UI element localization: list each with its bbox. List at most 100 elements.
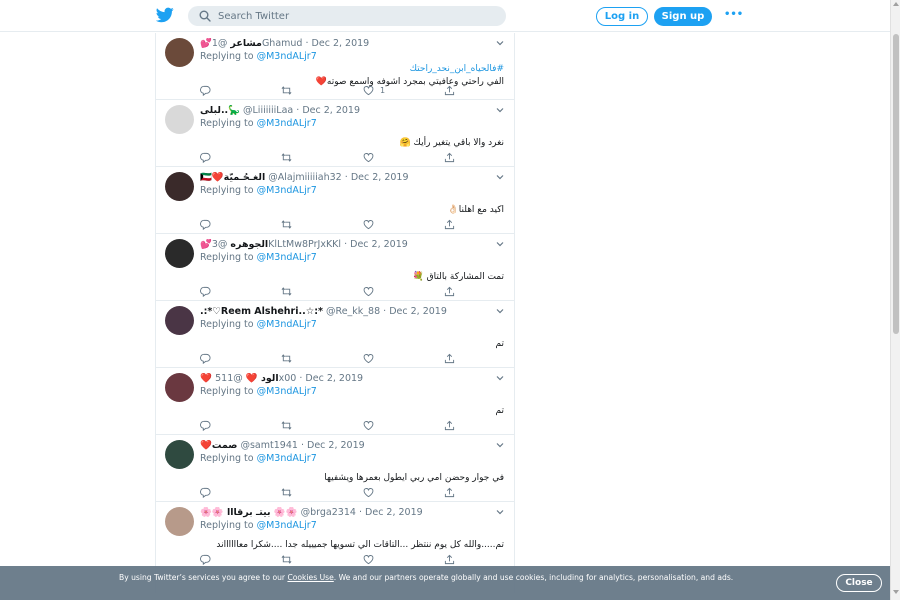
like-button[interactable] xyxy=(363,285,380,297)
tweet-date[interactable]: Dec 2, 2019 xyxy=(312,38,370,49)
scroll-down-arrow-icon[interactable] xyxy=(893,590,899,594)
close-cookie-banner-button[interactable]: Close xyxy=(836,574,882,592)
more-options-icon[interactable]: ••• xyxy=(724,8,743,22)
retweet-button[interactable] xyxy=(281,419,292,431)
share-button[interactable] xyxy=(444,352,455,364)
chevron-down-icon[interactable] xyxy=(496,173,504,181)
tweet-item[interactable]: 🌸🌸 بيتـ برقااا 🌸🌸 @brga2314 · Dec 2, 201… xyxy=(156,502,514,569)
tweet-item[interactable]: ❤️ الود ❤️ @511x00 · Dec 2, 2019 Replyin… xyxy=(156,368,514,435)
avatar[interactable] xyxy=(165,172,194,201)
avatar[interactable] xyxy=(165,306,194,335)
tweet-date[interactable]: Dec 2, 2019 xyxy=(307,440,365,451)
replying-to-label: Replying to xyxy=(200,252,257,263)
replying-to-handle[interactable]: @M3ndALjr7 xyxy=(257,319,317,330)
like-button[interactable] xyxy=(363,352,380,364)
retweet-button[interactable] xyxy=(281,285,292,297)
display-name[interactable]: الغـحُـميّة xyxy=(224,172,266,183)
avatar[interactable] xyxy=(165,38,194,67)
tweet-date[interactable]: Dec 2, 2019 xyxy=(350,239,408,250)
like-button[interactable] xyxy=(363,151,380,163)
replying-to-handle[interactable]: @M3ndALjr7 xyxy=(257,185,317,196)
cookies-use-link[interactable]: Cookies Use xyxy=(287,573,333,582)
tweet-item[interactable]: لبلى..🦕 @LiiiiiiiLaa · Dec 2, 2019 Reply… xyxy=(156,100,514,167)
share-button[interactable] xyxy=(444,84,455,96)
replying-to-label: Replying to xyxy=(200,520,257,531)
chevron-down-icon[interactable] xyxy=(496,307,504,315)
share-button[interactable] xyxy=(444,285,455,297)
avatar[interactable] xyxy=(165,440,194,469)
reply-button[interactable] xyxy=(200,419,211,431)
twitter-bird-icon[interactable] xyxy=(156,7,174,23)
avatar[interactable] xyxy=(165,105,194,134)
retweet-button[interactable] xyxy=(281,151,292,163)
retweet-button[interactable] xyxy=(281,352,292,364)
replying-to-handle[interactable]: @M3ndALjr7 xyxy=(257,520,317,531)
tweet-date[interactable]: Dec 2, 2019 xyxy=(305,373,363,384)
search-input[interactable] xyxy=(218,6,498,26)
replying-to-handle[interactable]: @M3ndALjr7 xyxy=(257,51,317,62)
display-name[interactable]: صمت xyxy=(212,440,238,451)
user-handle[interactable]: @samt1941 xyxy=(240,440,297,451)
tweet-item[interactable]: 💕 مشاعر @1Ghamud · Dec 2, 2019 Replying t… xyxy=(156,33,514,100)
chevron-down-icon[interactable] xyxy=(496,106,504,114)
search-box[interactable] xyxy=(188,6,506,26)
share-button[interactable] xyxy=(444,218,455,230)
display-name[interactable]: .:*♡Reem Alshehri..☆:* xyxy=(200,306,323,317)
replying-to-handle[interactable]: @M3ndALjr7 xyxy=(257,118,317,129)
tweet-date[interactable]: Dec 2, 2019 xyxy=(365,507,423,518)
user-handle[interactable]: @LiiiiiiiLaa xyxy=(243,105,293,116)
tweet-item[interactable]: 🇰🇼❤️الغـحُـميّة @Alajmiiiiiah32 · Dec 2,… xyxy=(156,167,514,234)
hashtag-link[interactable]: #فالحياه_ابن_نحد_راحتك xyxy=(410,64,504,74)
scrollbar-thumb[interactable] xyxy=(893,34,899,334)
chevron-down-icon[interactable] xyxy=(496,508,504,516)
reply-button[interactable] xyxy=(200,553,211,565)
tweet-date[interactable]: Dec 2, 2019 xyxy=(302,105,360,116)
share-button[interactable] xyxy=(444,151,455,163)
like-button[interactable] xyxy=(363,486,380,498)
display-name[interactable]: لبلى..🦕 xyxy=(200,105,240,116)
retweet-button[interactable] xyxy=(281,486,292,498)
like-button[interactable] xyxy=(363,419,380,431)
user-handle[interactable]: @brga2314 xyxy=(301,507,356,518)
retweet-button[interactable] xyxy=(281,84,292,96)
display-name[interactable]: الجوهره xyxy=(230,239,268,250)
replying-to-handle[interactable]: @M3ndALjr7 xyxy=(257,386,317,397)
reply-button[interactable] xyxy=(200,352,211,364)
tweet-item[interactable]: .:*♡Reem Alshehri..☆:* @Re_kk_88 · Dec 2… xyxy=(156,301,514,368)
user-handle[interactable]: @Re_kk_88 xyxy=(326,306,380,317)
tweet-date[interactable]: Dec 2, 2019 xyxy=(351,172,409,183)
share-button[interactable] xyxy=(444,419,455,431)
scroll-up-arrow-icon[interactable] xyxy=(893,2,899,6)
share-button[interactable] xyxy=(444,486,455,498)
chevron-down-icon[interactable] xyxy=(496,39,504,47)
login-button[interactable]: Log in xyxy=(596,7,648,26)
tweet-item[interactable]: 💕 الجوهره @3KlLtMw8PrJxKKl · Dec 2, 2019 … xyxy=(156,234,514,301)
display-name[interactable]: 🌸🌸 بيتـ برقااا 🌸🌸 xyxy=(200,507,298,518)
replying-to-handle[interactable]: @M3ndALjr7 xyxy=(257,252,317,263)
like-button[interactable] xyxy=(363,553,380,565)
share-button[interactable] xyxy=(444,553,455,565)
page-scrollbar[interactable] xyxy=(890,0,900,600)
reply-button[interactable] xyxy=(200,84,211,96)
reply-button[interactable] xyxy=(200,285,211,297)
like-button[interactable] xyxy=(363,218,380,230)
chevron-down-icon[interactable] xyxy=(496,441,504,449)
chevron-down-icon[interactable] xyxy=(496,240,504,248)
retweet-button[interactable] xyxy=(281,553,292,565)
avatar[interactable] xyxy=(165,373,194,402)
retweet-icon xyxy=(281,286,292,296)
reply-button[interactable] xyxy=(200,151,211,163)
signup-button[interactable]: Sign up xyxy=(654,7,712,26)
display-name[interactable]: مشاعر xyxy=(230,38,262,49)
chevron-down-icon[interactable] xyxy=(496,374,504,382)
reply-button[interactable] xyxy=(200,218,211,230)
like-button[interactable]: 1 xyxy=(363,84,385,96)
avatar[interactable] xyxy=(165,507,194,536)
replying-to-handle[interactable]: @M3ndALjr7 xyxy=(257,453,317,464)
user-handle[interactable]: @Alajmiiiiiah32 xyxy=(268,172,341,183)
retweet-button[interactable] xyxy=(281,218,292,230)
tweet-date[interactable]: Dec 2, 2019 xyxy=(389,306,447,317)
tweet-item[interactable]: ❤️صمت @samt1941 · Dec 2, 2019 Replying t… xyxy=(156,435,514,502)
reply-button[interactable] xyxy=(200,486,211,498)
avatar[interactable] xyxy=(165,239,194,268)
